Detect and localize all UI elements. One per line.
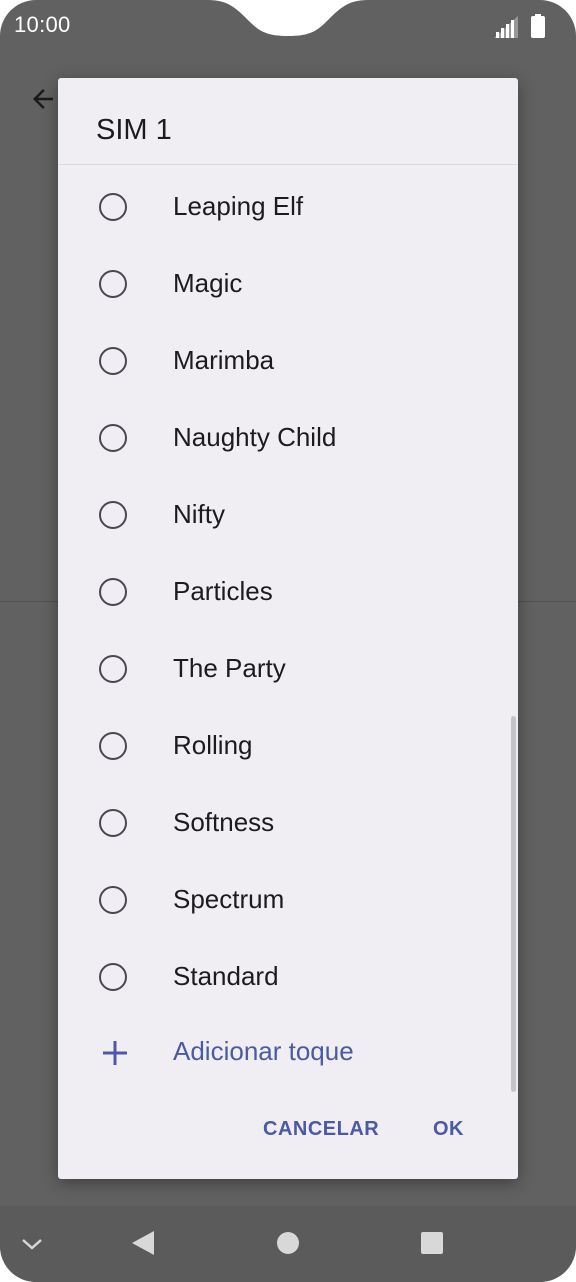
radio-unchecked-icon[interactable]	[99, 269, 127, 298]
ringtone-dialog: SIM 1 Leaping Elf Magic Marimba Naughty …	[58, 78, 518, 1179]
signal-icon	[494, 16, 518, 38]
camera-notch	[208, 0, 368, 36]
radio-unchecked-icon[interactable]	[99, 423, 127, 452]
radio-unchecked-icon[interactable]	[99, 577, 127, 606]
radio-unchecked-icon[interactable]	[99, 885, 127, 914]
ringtone-label: Marimba	[173, 345, 275, 375]
ringtone-label: Rolling	[173, 730, 253, 760]
navigation-bar	[0, 1206, 576, 1282]
radio-unchecked-icon[interactable]	[99, 654, 127, 683]
add-ringtone-button[interactable]: Adicionar toque	[58, 1014, 518, 1091]
scrollbar[interactable]	[511, 716, 516, 1092]
radio-unchecked-icon[interactable]	[99, 192, 127, 221]
ringtone-option[interactable]: Marimba	[58, 322, 518, 399]
ringtone-option[interactable]: Leaping Elf	[58, 168, 518, 245]
ringtone-list: Leaping Elf Magic Marimba Naughty Child …	[58, 168, 518, 1015]
radio-unchecked-icon[interactable]	[99, 731, 127, 760]
home-circle-icon[interactable]	[276, 1231, 300, 1255]
ringtone-option[interactable]: Spectrum	[58, 861, 518, 938]
radio-unchecked-icon[interactable]	[99, 346, 127, 375]
ringtone-option[interactable]: The Party	[58, 630, 518, 707]
ringtone-option[interactable]: Particles	[58, 553, 518, 630]
ringtone-option[interactable]: Naughty Child	[58, 399, 518, 476]
ringtone-option[interactable]: Nifty	[58, 476, 518, 553]
radio-unchecked-icon[interactable]	[99, 962, 127, 991]
cancel-button[interactable]: CANCELAR	[263, 1118, 379, 1141]
ok-button[interactable]: OK	[433, 1118, 464, 1141]
battery-icon	[531, 14, 545, 38]
ringtone-label: Particles	[173, 576, 273, 606]
add-ringtone-label: Adicionar toque	[173, 1036, 354, 1066]
title-divider	[58, 164, 518, 165]
ringtone-label: Spectrum	[173, 884, 285, 914]
recents-square-icon[interactable]	[420, 1231, 444, 1255]
radio-unchecked-icon[interactable]	[99, 808, 127, 837]
chevron-down-icon[interactable]	[20, 1234, 44, 1254]
back-triangle-icon[interactable]	[130, 1229, 156, 1257]
ringtone-label: Naughty Child	[173, 422, 337, 452]
ringtone-option[interactable]: Rolling	[58, 707, 518, 784]
ringtone-label: Standard	[173, 961, 279, 991]
phone-screen: 10:00 SIM 1 Leaping Elf Magic Marimba Na…	[0, 0, 576, 1282]
radio-unchecked-icon[interactable]	[99, 500, 127, 529]
status-time: 10:00	[14, 12, 71, 37]
ringtone-option[interactable]: Standard	[58, 938, 518, 1015]
ringtone-option[interactable]: Softness	[58, 784, 518, 861]
plus-icon	[103, 1041, 127, 1065]
ringtone-label: Magic	[173, 268, 243, 298]
dialog-title: SIM 1	[96, 114, 172, 146]
ringtone-label: Leaping Elf	[173, 191, 304, 221]
ringtone-label: The Party	[173, 653, 286, 683]
ringtone-option[interactable]: Magic	[58, 245, 518, 322]
ringtone-label: Softness	[173, 807, 275, 837]
arrow-left-icon	[33, 89, 53, 109]
ringtone-label: Nifty	[173, 499, 225, 529]
